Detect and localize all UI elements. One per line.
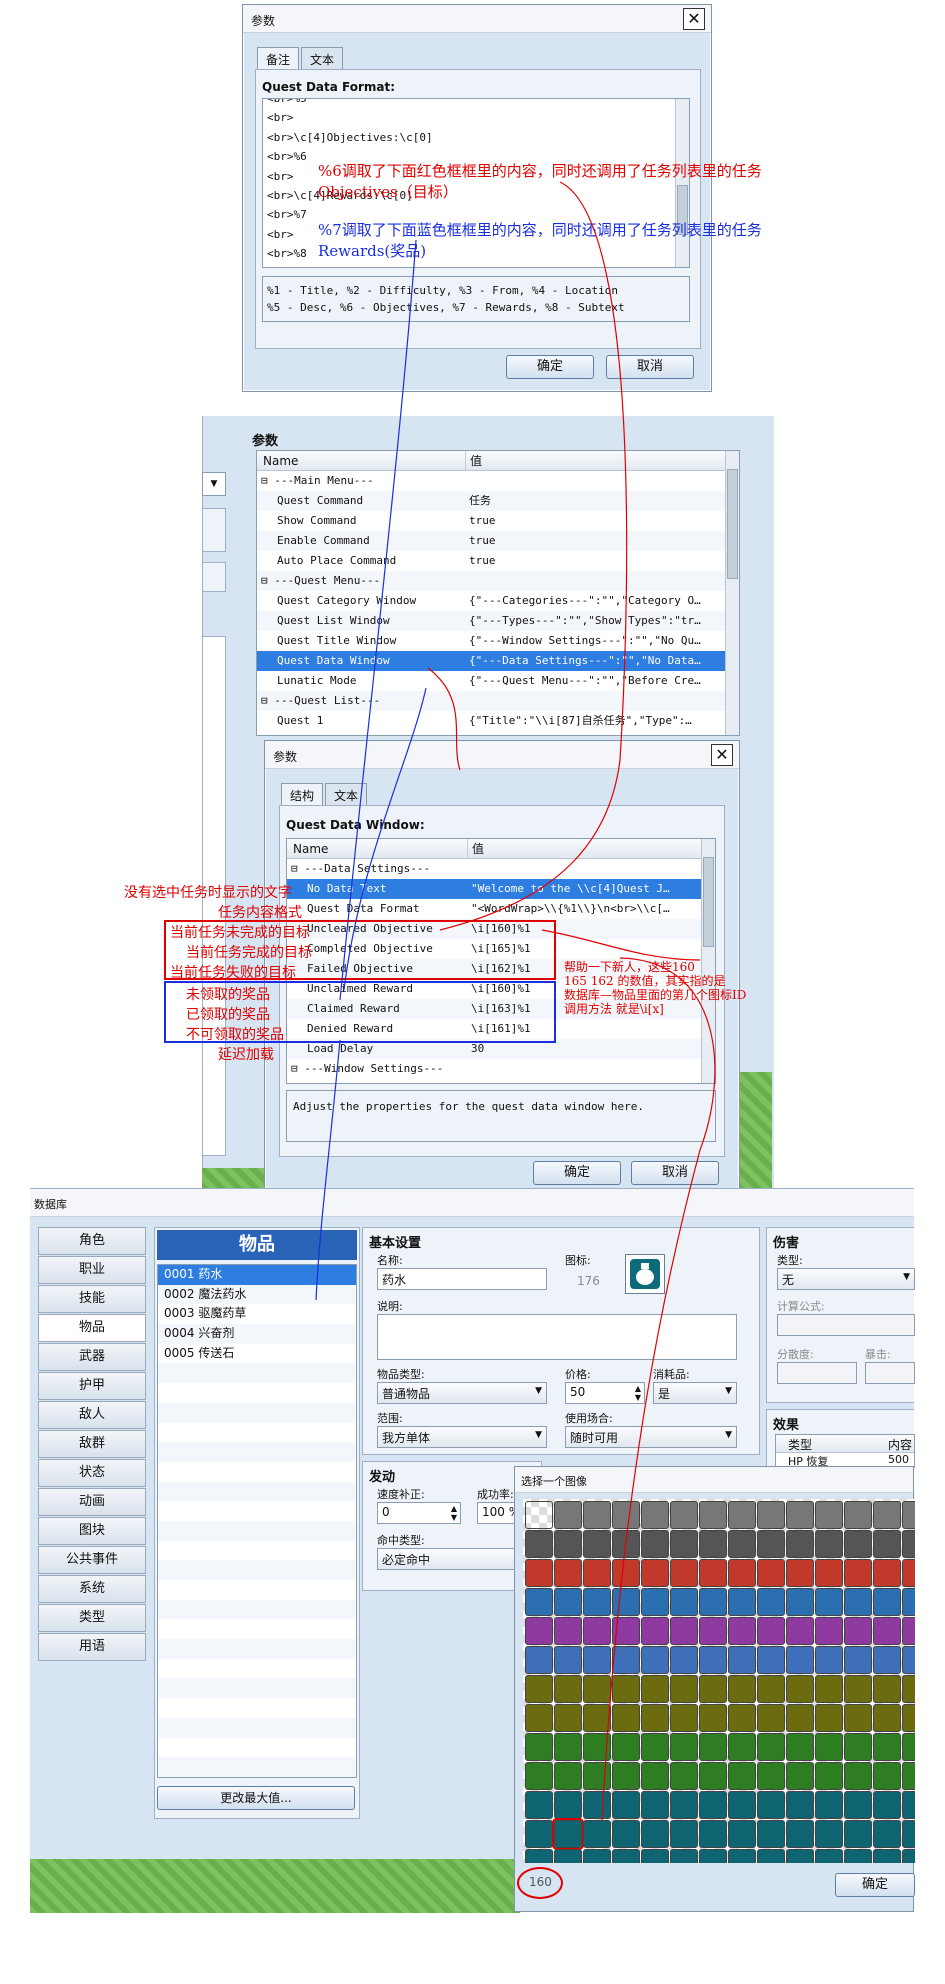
blue-arrow-to-items [315,1039,341,1301]
annotation-arrows [315,181,716,1821]
blue-arrow-to-rewards [339,239,417,1001]
red-arrow-to-objectives [439,181,628,931]
red-arrow-to-help [541,929,701,961]
red-arrow-to-icon-grid [601,957,716,1821]
red-arrow-to-data-window [427,667,461,771]
